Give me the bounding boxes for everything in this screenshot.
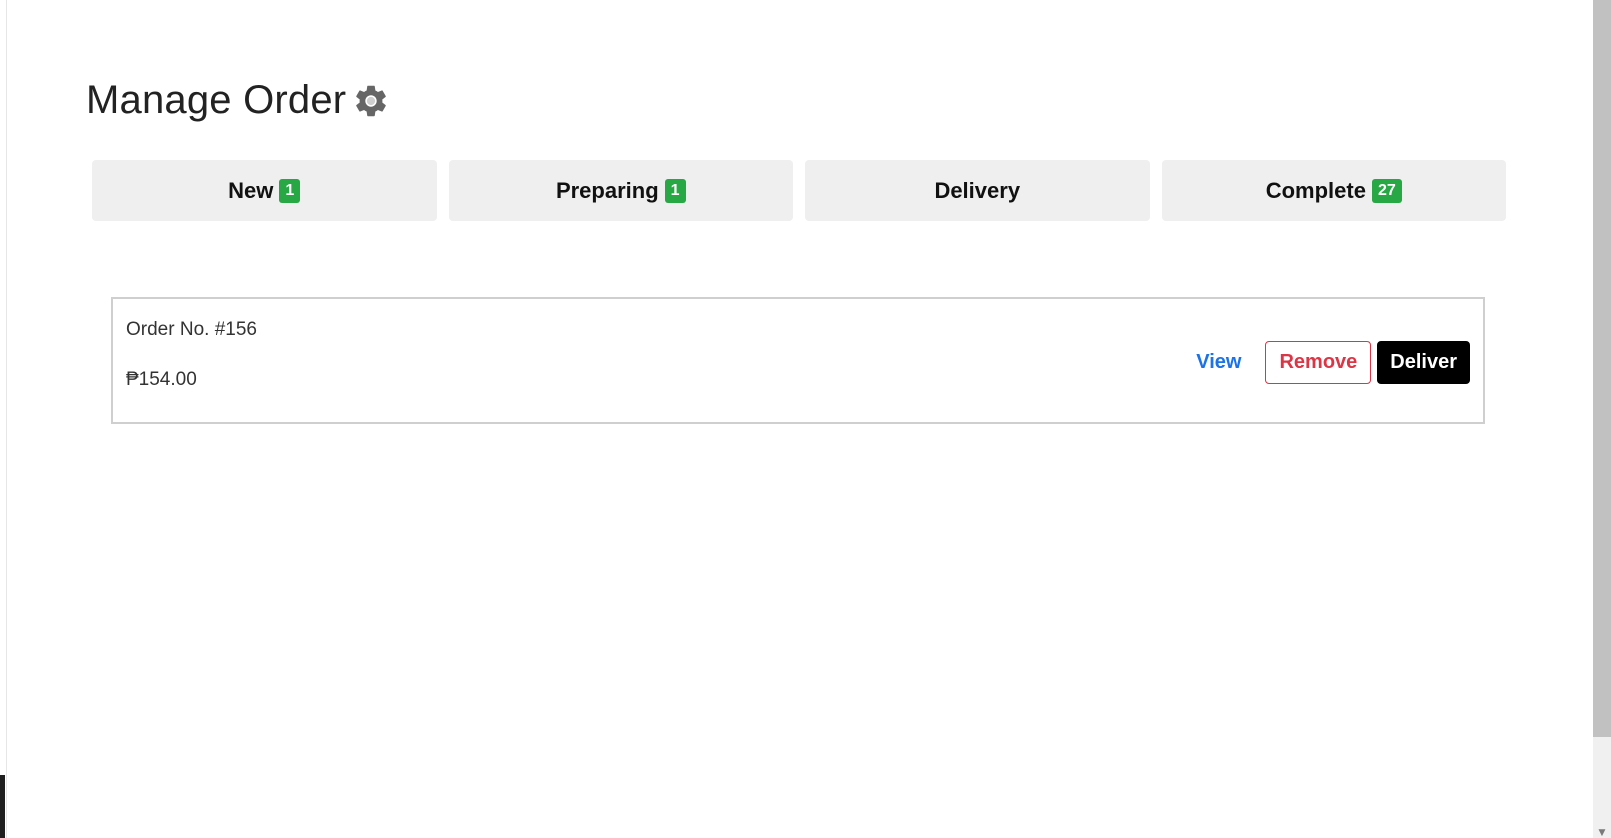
- view-order-link[interactable]: View: [1178, 343, 1259, 382]
- window-edge: [0, 0, 7, 838]
- tab-preparing-count-badge: 1: [664, 178, 686, 203]
- gear-icon[interactable]: [352, 82, 390, 120]
- tab-new[interactable]: New 1: [92, 160, 437, 221]
- tab-new-count-badge: 1: [279, 178, 301, 203]
- tab-complete-label: Complete: [1265, 177, 1366, 203]
- tab-complete[interactable]: Complete 27: [1161, 160, 1506, 221]
- page-title: Manage Order: [86, 78, 347, 122]
- order-actions: View Remove Deliver: [1178, 341, 1470, 384]
- deliver-order-button[interactable]: Deliver: [1377, 341, 1470, 384]
- scrollbar-thumb[interactable]: [1593, 0, 1611, 737]
- vertical-scrollbar[interactable]: ▼: [1593, 0, 1611, 838]
- tab-delivery[interactable]: Delivery: [805, 160, 1150, 221]
- tab-preparing-label: Preparing: [555, 177, 659, 203]
- page: Manage Order New 1 Preparing 1 Delivery …: [0, 0, 1611, 838]
- order-total: ₱154.00: [126, 369, 197, 390]
- order-status-tabs: New 1 Preparing 1 Delivery Complete 27: [92, 160, 1506, 221]
- tab-delivery-label: Delivery: [934, 177, 1021, 203]
- window-edge-dark: [0, 775, 5, 838]
- scroll-down-arrow-icon[interactable]: ▼: [1595, 828, 1609, 838]
- title-row: Manage Order: [86, 78, 390, 123]
- remove-order-button[interactable]: Remove: [1265, 341, 1372, 384]
- order-card: Order No. #156 ₱154.00 View Remove Deliv…: [111, 297, 1485, 424]
- tab-preparing[interactable]: Preparing 1: [448, 160, 793, 221]
- tab-complete-count-badge: 27: [1371, 178, 1402, 203]
- tab-new-label: New: [228, 177, 274, 203]
- order-number: Order No. #156: [126, 319, 257, 340]
